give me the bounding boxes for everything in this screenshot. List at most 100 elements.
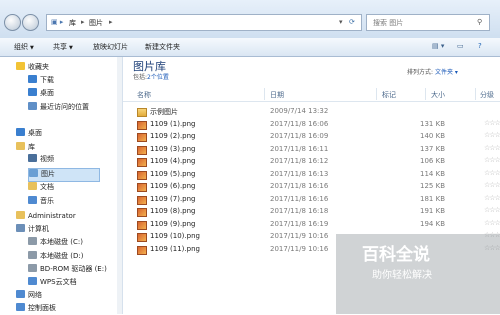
file-size: 106 KB (420, 157, 445, 165)
file-name: 1109 (8).png (150, 207, 196, 215)
file-date: 2017/11/9 10:16 (270, 244, 329, 253)
column-name[interactable]: 名称 (137, 90, 151, 100)
sidebar-item[interactable]: 图片 (28, 168, 100, 182)
sidebar-item[interactable]: 收藏夹 (16, 62, 49, 74)
file-row[interactable]: 示例图片 2009/7/14 13:32 (123, 106, 500, 118)
slideshow-button[interactable]: 放映幻灯片 (93, 42, 128, 52)
sidebar-item[interactable]: Administrator (16, 211, 76, 223)
arrange-by: 排列方式: 文件夹 ▾ (407, 67, 458, 76)
sidebar-item[interactable]: 本地磁盘 (C:) (28, 237, 83, 249)
sidebar-item[interactable]: 文档 (28, 182, 54, 194)
sidebar-item[interactable]: 桌面 (28, 88, 54, 100)
back-button[interactable] (4, 14, 21, 31)
refresh-icon[interactable]: ⟳ (349, 18, 355, 26)
file-row[interactable]: 1109 (6).png 2017/11/8 16:16 125 KB ☆☆☆ (123, 181, 500, 193)
control-panel-icon (16, 303, 25, 311)
file-row[interactable]: 1109 (5).png 2017/11/8 16:13 114 KB ☆☆☆ (123, 169, 500, 181)
column-tags[interactable]: 标记 (382, 90, 396, 100)
breadcrumb-library[interactable]: 库 (69, 18, 76, 28)
arrange-by-dropdown[interactable]: 文件夹 ▾ (435, 69, 458, 76)
sidebar-item[interactable]: WPS云文档 (28, 277, 77, 289)
column-date[interactable]: 日期 (270, 90, 284, 100)
sidebar-item[interactable]: 视频 (28, 154, 54, 166)
command-toolbar: 组织 ▼ 共享 ▼ 放映幻灯片 新建文件夹 ▤ ▾ ▭ ? (0, 38, 500, 57)
column-header: 名称 日期 标记 大小 分级 (123, 87, 500, 102)
computer-icon (16, 224, 25, 232)
chevron-right-icon: ▸ (109, 18, 113, 26)
sidebar-item[interactable]: 计算机 (16, 224, 49, 236)
documents-library-icon (28, 182, 37, 190)
search-input[interactable]: 搜索 图片 ⚲ (366, 14, 490, 31)
help-icon[interactable]: ? (478, 42, 482, 50)
file-date: 2017/11/9 10:16 (270, 232, 329, 240)
drive-icon (28, 251, 37, 259)
file-name: 1109 (7).png (150, 194, 196, 203)
rating-stars-icon[interactable]: ☆☆☆ (484, 169, 500, 177)
search-icon: ⚲ (477, 18, 483, 26)
preview-pane-icon[interactable]: ▭ (457, 42, 464, 50)
file-row[interactable]: 1109 (2).png 2017/11/8 16:09 140 KB ☆☆☆ (123, 131, 500, 143)
file-date: 2017/11/8 16:12 (270, 157, 329, 165)
chevron-down-icon[interactable]: ▾ (339, 18, 343, 26)
sidebar-item[interactable]: 桌面 (16, 128, 42, 140)
png-file-icon (137, 195, 147, 205)
column-rating[interactable]: 分级 (480, 90, 494, 100)
file-row[interactable]: 1109 (4).png 2017/11/8 16:12 106 KB ☆☆☆ (123, 156, 500, 168)
share-button[interactable]: 共享 ▼ (53, 42, 73, 52)
library-locations-link[interactable]: 2个位置 (147, 74, 169, 81)
chevron-down-icon: ▼ (69, 45, 73, 51)
optical-drive-icon (28, 264, 37, 272)
sidebar-item[interactable]: 音乐 (28, 196, 54, 208)
watermark-subtitle: 助你轻松解决 (372, 270, 432, 281)
rating-stars-icon[interactable]: ☆☆☆ (484, 181, 500, 189)
sidebar-item[interactable]: 控制面板 (16, 303, 56, 315)
sidebar-item[interactable]: 下载 (28, 75, 54, 87)
sidebar-item[interactable]: 本地磁盘 (D:) (28, 251, 83, 263)
sidebar-item[interactable]: BD-ROM 驱动器 (E:) (28, 264, 107, 276)
arrange-by-label: 排列方式: (407, 69, 434, 76)
png-file-icon (137, 158, 147, 167)
file-row[interactable]: 1109 (9).png 2017/11/8 16:19 194 KB ☆☆☆ (123, 219, 500, 231)
sidebar-item-label: 本地磁盘 (D:) (40, 252, 84, 260)
desktop-icon (28, 88, 37, 96)
address-field[interactable]: ▣ ▸ 库 ▸ 图片 ▸ ▾ ⟳ (46, 14, 362, 31)
rating-stars-icon[interactable]: ☆☆☆ (484, 219, 500, 227)
organize-button[interactable]: 组织 ▼ (14, 42, 34, 52)
sidebar-scrollbar[interactable] (117, 57, 122, 314)
column-size[interactable]: 大小 (431, 90, 445, 100)
png-file-icon (137, 120, 147, 130)
new-folder-button[interactable]: 新建文件夹 (145, 42, 180, 52)
rating-stars-icon[interactable]: ☆☆☆ (484, 156, 500, 164)
sidebar-item[interactable]: 网络 (16, 290, 42, 302)
file-row[interactable]: 1109 (7).png 2017/11/8 16:16 181 KB ☆☆☆ (123, 194, 500, 206)
rating-stars-icon[interactable]: ☆☆☆ (484, 206, 500, 214)
file-name: 1109 (1).png (150, 119, 196, 128)
file-date: 2017/11/8 16:19 (270, 219, 329, 228)
view-options-icon[interactable]: ▤ ▾ (432, 42, 444, 50)
file-row[interactable]: 1109 (3).png 2017/11/8 16:11 137 KB ☆☆☆ (123, 144, 500, 156)
file-date: 2017/11/8 16:06 (270, 119, 329, 128)
sidebar-item[interactable]: 库 (16, 142, 35, 154)
file-row[interactable]: 1109 (1).png 2017/11/8 16:06 131 KB ☆☆☆ (123, 119, 500, 131)
sidebar-item-label: 下载 (40, 76, 54, 84)
breadcrumb-pictures[interactable]: 图片 (89, 18, 103, 28)
rating-stars-icon[interactable]: ☆☆☆ (484, 194, 500, 202)
user-folder-icon (16, 211, 25, 219)
file-size: 131 KB (420, 119, 445, 128)
sidebar-item-label: WPS云文档 (40, 278, 77, 286)
file-size: 114 KB (420, 169, 445, 178)
rating-stars-icon[interactable]: ☆☆☆ (484, 131, 500, 139)
forward-button[interactable] (22, 14, 39, 31)
sidebar-item[interactable]: 最近访问的位置 (28, 102, 89, 114)
file-size: 191 KB (420, 207, 445, 215)
folder-icon (137, 108, 147, 117)
library-icon (16, 142, 25, 150)
png-file-icon (137, 220, 147, 230)
file-date: 2009/7/14 13:32 (270, 107, 329, 115)
rating-stars-icon[interactable]: ☆☆☆ (484, 119, 500, 127)
file-name: 1109 (3).png (150, 144, 196, 153)
file-date: 2017/11/8 16:11 (270, 144, 329, 153)
file-row[interactable]: 1109 (8).png 2017/11/8 16:18 191 KB ☆☆☆ (123, 206, 500, 218)
file-date: 2017/11/8 16:16 (270, 182, 329, 190)
rating-stars-icon[interactable]: ☆☆☆ (484, 144, 500, 152)
